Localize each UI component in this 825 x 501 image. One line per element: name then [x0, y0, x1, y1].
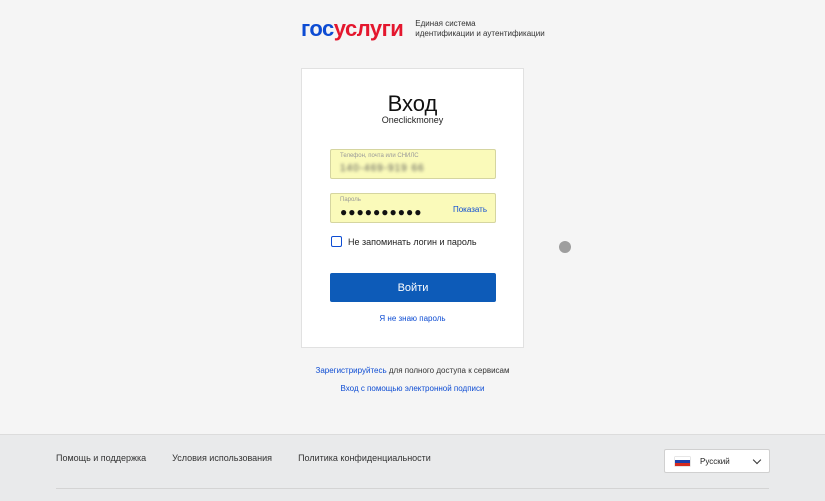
footer-divider [56, 488, 769, 489]
remember-label: Не запоминать логин и пароль [348, 236, 477, 247]
footer: Помощь и поддержка Условия использования… [0, 434, 825, 501]
remember-checkbox[interactable] [331, 236, 342, 247]
password-field[interactable]: Пароль ●●●●●●●●●● Показать [330, 193, 496, 223]
logo-subtitle-line1: Единая система [415, 19, 476, 28]
pointer-indicator [559, 241, 571, 253]
forgot-password-link[interactable]: Я не знаю пароль [302, 314, 523, 323]
language-select[interactable]: Русский [664, 449, 770, 473]
remember-option[interactable]: Не запоминать логин и пароль [331, 236, 477, 247]
login-card: Вход Oneclickmoney Телефон, почта или СН… [301, 68, 524, 348]
password-field-value[interactable]: ●●●●●●●●●● [340, 205, 422, 219]
register-line: Зарегистрируйтесь для полного доступа к … [301, 366, 524, 375]
login-field-label: Телефон, почта или СНИЛС [340, 153, 419, 159]
register-link[interactable]: Зарегистрируйтесь [315, 366, 386, 375]
login-field-value[interactable]: 140-469-919 66 [340, 163, 425, 174]
client-name: Oneclickmoney [381, 115, 444, 125]
footer-link-privacy[interactable]: Политика конфиденциальности [298, 453, 431, 463]
gosuslugi-logo[interactable]: госуслуги Единая система идентификации и… [301, 16, 545, 42]
header: госуслуги Единая система идентификации и… [0, 0, 825, 60]
language-label: Русский [700, 456, 730, 466]
russia-flag-icon [675, 456, 690, 466]
footer-link-help[interactable]: Помощь и поддержка [56, 453, 146, 463]
footer-links: Помощь и поддержка Условия использования… [56, 453, 457, 463]
register-text: для полного доступа к сервисам [386, 366, 510, 375]
password-field-label: Пароль [340, 197, 361, 203]
logo-part-uslugi: услуги [333, 16, 404, 41]
esign-login-link[interactable]: Вход с помощью электронной подписи [301, 384, 524, 393]
logo-wordmark: госуслуги [301, 16, 404, 42]
login-field[interactable]: Телефон, почта или СНИЛС 140-469-919 66 [330, 149, 496, 179]
chevron-down-icon [752, 455, 762, 464]
logo-subtitle: Единая система идентификации и аутентифи… [415, 19, 544, 39]
page-title: Вход [387, 91, 438, 116]
footer-link-terms[interactable]: Условия использования [172, 453, 272, 463]
show-password-button[interactable]: Показать [453, 205, 487, 214]
logo-subtitle-line2: идентификации и аутентификации [415, 29, 545, 38]
logo-part-gos: гос [301, 16, 334, 41]
login-button[interactable]: Войти [330, 273, 496, 302]
